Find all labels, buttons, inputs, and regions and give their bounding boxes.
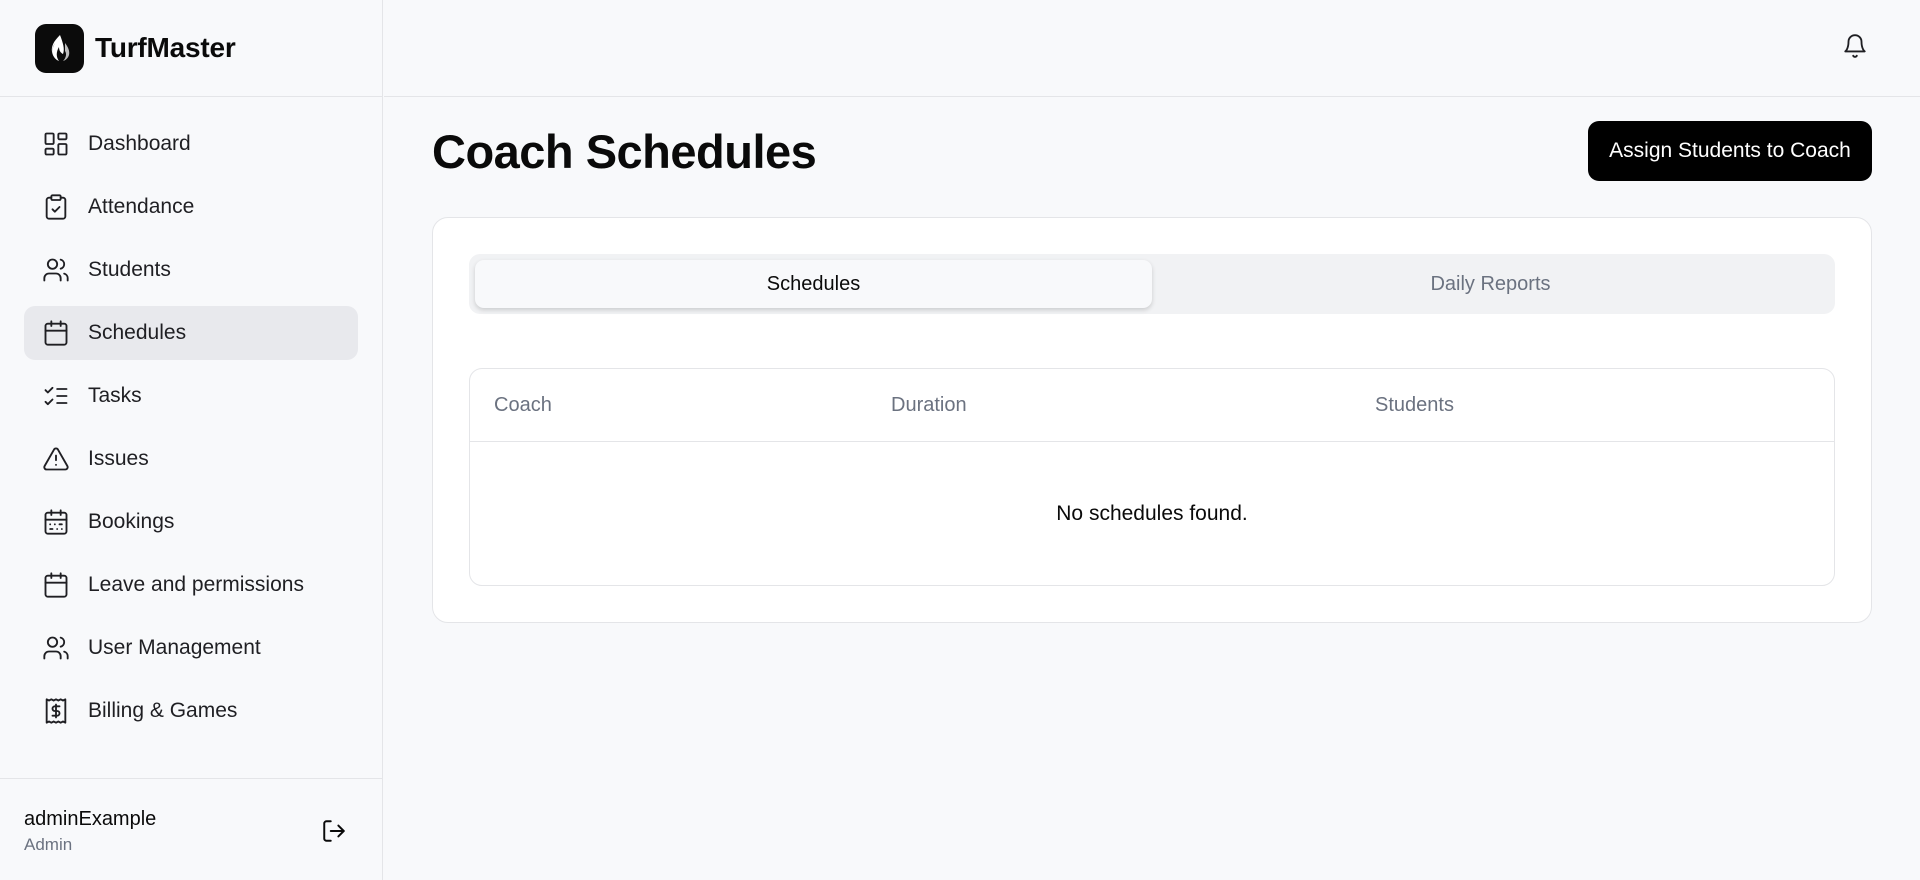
logout-button[interactable] xyxy=(318,817,350,849)
sidebar-item-students[interactable]: Students xyxy=(24,243,358,297)
clipboard-check-icon xyxy=(42,193,70,221)
sidebar-item-attendance[interactable]: Attendance xyxy=(24,180,358,234)
alert-triangle-icon xyxy=(42,445,70,473)
calendar-range-icon xyxy=(42,508,70,536)
tab-list: Schedules Daily Reports xyxy=(469,254,1835,314)
sidebar-item-bookings[interactable]: Bookings xyxy=(24,495,358,549)
sidebar-item-label: Attendance xyxy=(88,195,195,218)
column-header-duration[interactable]: Duration xyxy=(891,369,967,442)
top-bar xyxy=(384,0,1920,97)
sidebar-item-billing-and-games[interactable]: Billing & Games xyxy=(24,684,358,738)
user-name: adminExample xyxy=(24,808,157,830)
users-icon xyxy=(42,634,70,662)
sidebar-item-tasks[interactable]: Tasks xyxy=(24,369,358,423)
sidebar-item-label: Students xyxy=(88,258,171,281)
sidebar-item-label: User Management xyxy=(88,636,261,659)
sidebar-item-label: Dashboard xyxy=(88,132,191,155)
sidebar-item-leave-and-permissions[interactable]: Leave and permissions xyxy=(24,558,358,612)
calendar-icon xyxy=(42,319,70,347)
schedules-card: Schedules Daily Reports Coach Duration S… xyxy=(432,217,1872,623)
sidebar-item-label: Bookings xyxy=(88,510,175,533)
tab-daily-reports[interactable]: Daily Reports xyxy=(1152,260,1829,308)
notifications-button[interactable] xyxy=(1842,32,1868,64)
sidebar-item-label: Leave and permissions xyxy=(88,573,304,596)
app-name: TurfMaster xyxy=(95,32,236,63)
sidebar-item-label: Billing & Games xyxy=(88,699,238,722)
sidebar-item-issues[interactable]: Issues xyxy=(24,432,358,486)
list-checks-icon xyxy=(42,382,70,410)
column-header-coach[interactable]: Coach xyxy=(494,369,552,442)
users-icon xyxy=(42,256,70,284)
column-header-students[interactable]: Students xyxy=(1375,369,1454,442)
table-header: Coach Duration Students xyxy=(470,369,1834,442)
tab-schedules[interactable]: Schedules xyxy=(475,260,1152,308)
sidebar-item-label: Issues xyxy=(88,447,149,470)
sidebar-nav: Dashboard Attendance Students Schedules … xyxy=(0,97,382,778)
user-role: Admin xyxy=(24,835,73,854)
flame-logo-icon xyxy=(35,23,84,73)
sidebar-item-dashboard[interactable]: Dashboard xyxy=(24,117,358,171)
page-title: Coach Schedules xyxy=(432,125,817,178)
receipt-icon xyxy=(42,697,70,725)
schedules-table: Coach Duration Students No schedules fou… xyxy=(469,368,1835,586)
calendar-icon xyxy=(42,571,70,599)
sidebar-item-user-management[interactable]: User Management xyxy=(24,621,358,675)
assign-students-button[interactable]: Assign Students to Coach xyxy=(1588,121,1872,181)
empty-state-message: No schedules found. xyxy=(1056,502,1248,525)
log-out-icon xyxy=(321,818,347,849)
sidebar-item-label: Schedules xyxy=(88,321,187,344)
sidebar: TurfMaster Dashboard Attendance Students… xyxy=(0,0,383,880)
layout-grid-icon xyxy=(42,130,70,158)
sidebar-item-schedules[interactable]: Schedules xyxy=(24,306,358,360)
brand[interactable]: TurfMaster xyxy=(0,0,382,97)
sidebar-item-label: Tasks xyxy=(88,384,142,407)
bell-icon xyxy=(1842,33,1868,64)
